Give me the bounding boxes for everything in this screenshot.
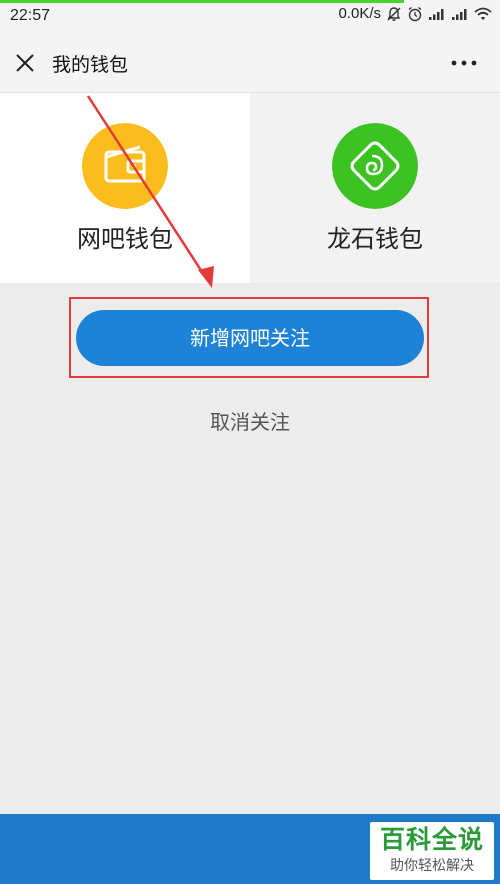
status-bar: 22:57 0.0K/s xyxy=(0,0,500,32)
status-icons: 0.0K/s xyxy=(338,5,492,22)
status-time: 22:57 xyxy=(10,7,51,24)
title-bar: 我的钱包 xyxy=(0,32,500,93)
wallet-page: 22:57 0.0K/s 我的钱包 网吧钱包 龙石钱包 新增网吧关注 取消关注 … xyxy=(0,0,500,884)
page-title: 我的钱包 xyxy=(52,54,129,76)
close-icon[interactable] xyxy=(12,50,38,76)
signal-icon xyxy=(452,8,467,20)
watermark-title: 百科全说 xyxy=(379,825,484,854)
page-load-progress xyxy=(0,0,404,3)
add-follow-button[interactable]: 新增网吧关注 xyxy=(76,310,424,366)
wallet-label: 网吧钱包 xyxy=(77,225,173,253)
unfollow-link[interactable]: 取消关注 xyxy=(150,406,350,435)
network-speed: 0.0K/s xyxy=(338,5,381,22)
alarm-icon xyxy=(408,6,422,21)
watermark-subtitle: 助你轻松解决 xyxy=(390,858,474,874)
watermark: 百科全说 助你轻松解决 xyxy=(370,822,494,880)
signal-icon xyxy=(429,8,444,20)
more-icon[interactable] xyxy=(448,50,480,76)
dragon-stone-icon xyxy=(332,123,418,209)
wallet-tile-dragonstone[interactable]: 龙石钱包 xyxy=(250,93,500,283)
wifi-icon xyxy=(474,7,492,20)
wallet-icon xyxy=(82,123,168,209)
wallet-list: 网吧钱包 龙石钱包 xyxy=(0,93,500,283)
wallet-label: 龙石钱包 xyxy=(327,225,423,253)
bell-off-icon xyxy=(387,6,401,21)
wallet-tile-netcafe[interactable]: 网吧钱包 xyxy=(0,93,250,283)
